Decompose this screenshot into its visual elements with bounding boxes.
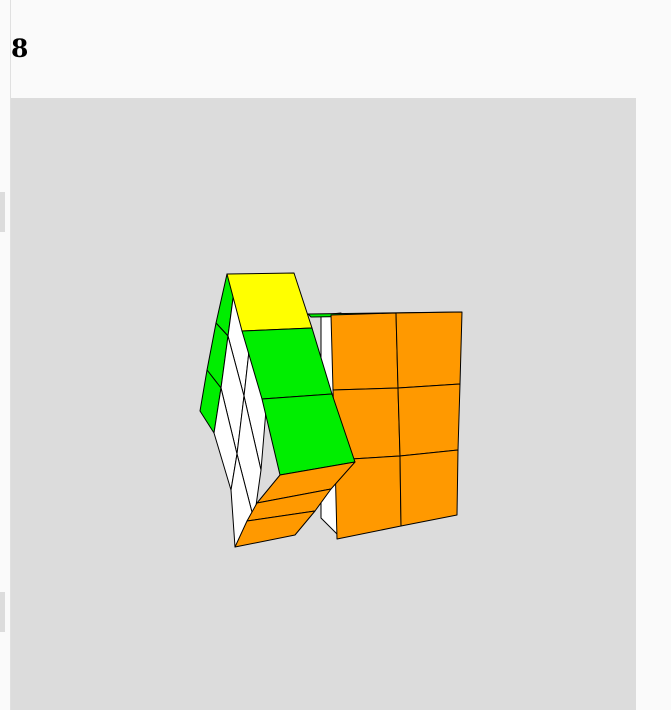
left-panel-tab-lower[interactable] (0, 592, 5, 632)
cube-sticker (399, 449, 459, 527)
cube-sticker (330, 312, 399, 391)
cube-sticker (395, 311, 463, 389)
cube-viewport[interactable] (11, 98, 636, 710)
cube-sticker (226, 272, 313, 332)
left-panel-tab-upper[interactable] (0, 192, 5, 232)
right-gutter (636, 98, 671, 710)
rubiks-cube-3d[interactable] (11, 98, 636, 710)
move-count-heading: 8 (11, 34, 29, 63)
cube-sticker (397, 383, 461, 457)
